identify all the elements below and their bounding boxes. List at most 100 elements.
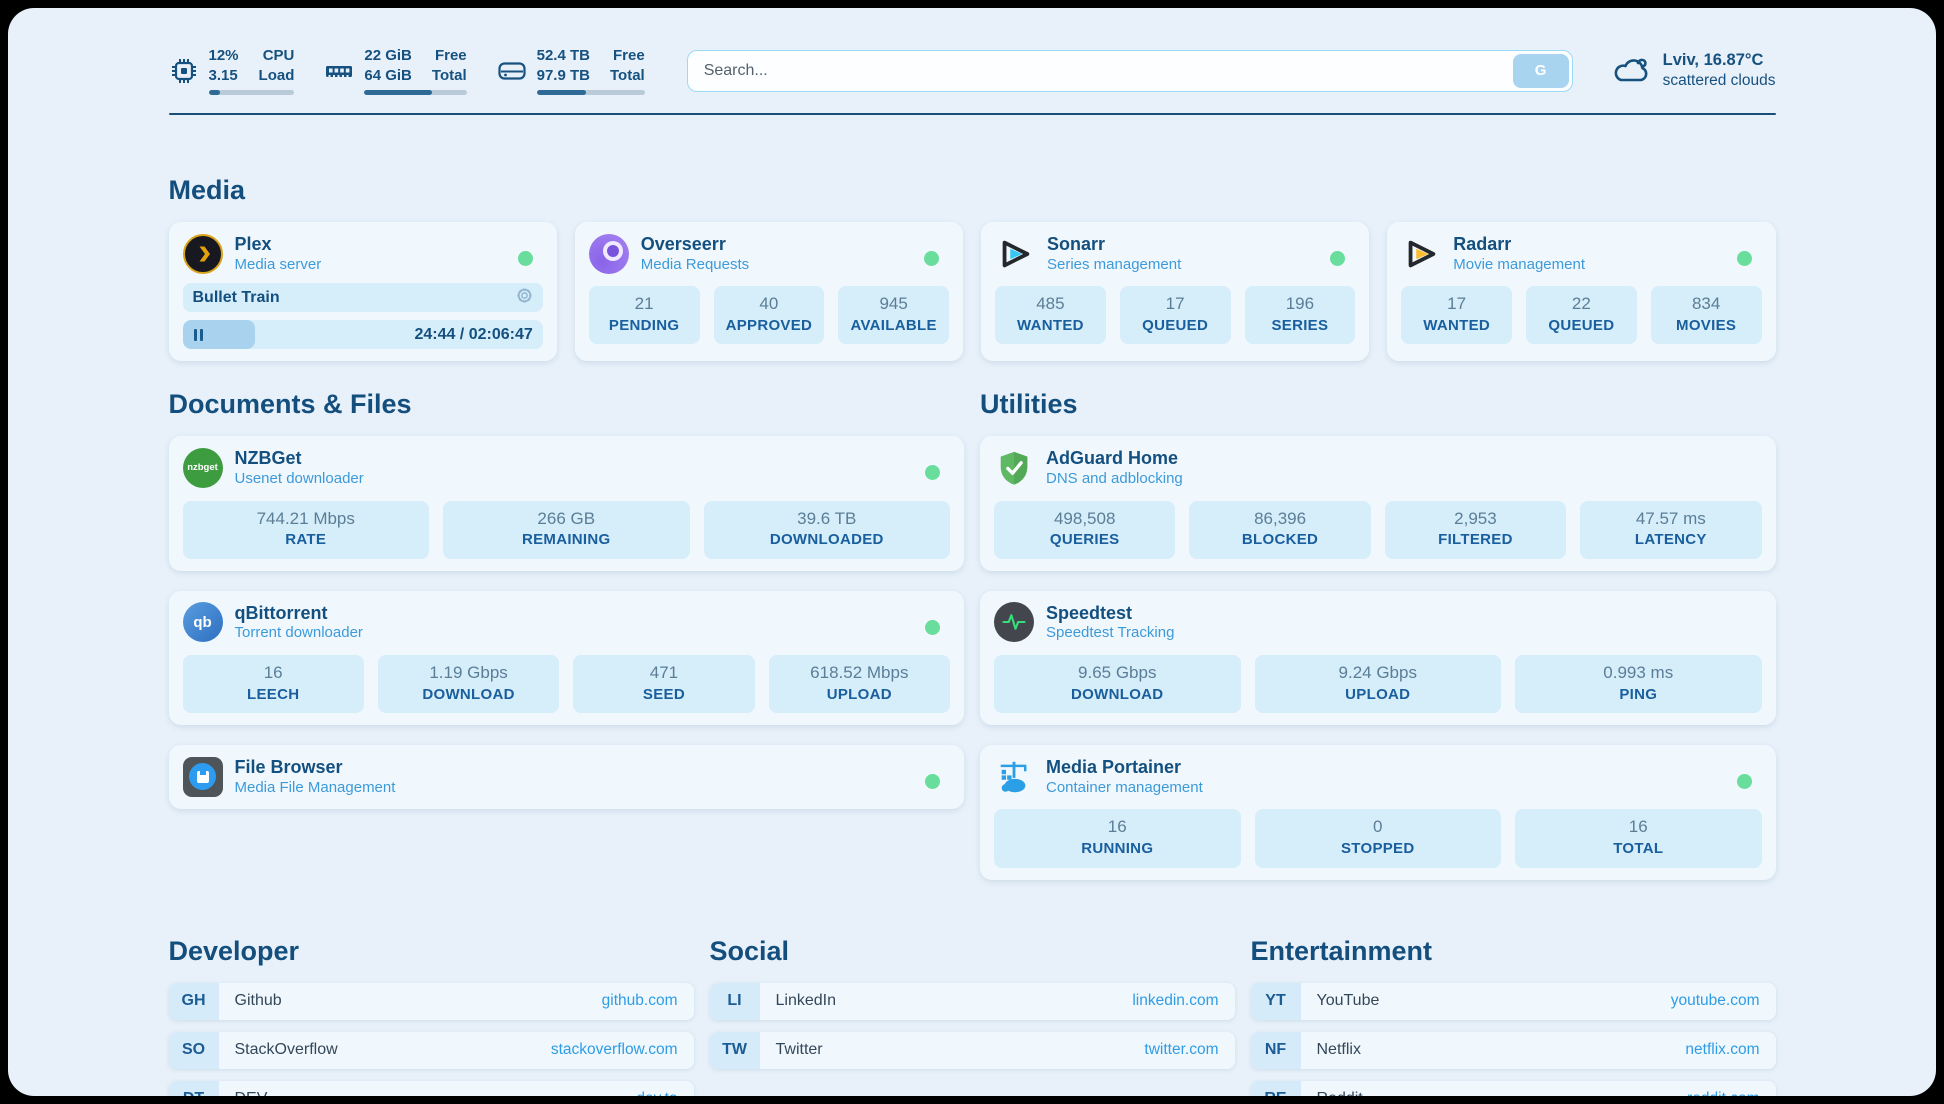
bookmark-name: Twitter xyxy=(776,1041,823,1059)
stat-tile: 17QUEUED xyxy=(1120,286,1231,344)
card-subtitle: DNS and adblocking xyxy=(1046,470,1183,489)
weather-widget[interactable]: Lviv, 16.87°C scattered clouds xyxy=(1611,50,1776,92)
bookmark-twitter[interactable]: TW Twitter twitter.com xyxy=(710,1032,1235,1069)
stat-tile: 16LEECH xyxy=(183,655,364,713)
bookmark-youtube[interactable]: YT YouTube youtube.com xyxy=(1251,983,1776,1020)
card-subtitle: Usenet downloader xyxy=(235,470,364,489)
now-playing-row: Bullet Train xyxy=(183,283,543,312)
card-subtitle: Media server xyxy=(235,256,322,275)
bookmark-dev[interactable]: DT DEV dev.to xyxy=(169,1081,694,1096)
card-filebrowser[interactable]: File Browser Media File Management xyxy=(169,745,965,809)
stat-tile: 945AVAILABLE xyxy=(838,286,949,344)
section-title-social: Social xyxy=(710,936,1235,967)
stat-tile: 22QUEUED xyxy=(1526,286,1637,344)
stat-tile: 86,396BLOCKED xyxy=(1189,501,1370,559)
filebrowser-icon xyxy=(183,757,223,797)
card-title: Radarr xyxy=(1453,233,1585,256)
card-plex[interactable]: Plex Media server Bullet Train xyxy=(169,222,557,361)
cpu-icon xyxy=(169,56,199,86)
card-subtitle: Container management xyxy=(1046,779,1203,798)
card-subtitle: Media File Management xyxy=(235,779,396,798)
bookmark-name: Netflix xyxy=(1317,1041,1361,1059)
section-title-media: Media xyxy=(169,175,1776,206)
disk-values: 52.4 TB 97.9 TB xyxy=(537,46,590,85)
card-qbittorrent[interactable]: qb qBittorrent Torrent downloader 16LEEC… xyxy=(169,591,965,725)
card-title: Plex xyxy=(235,233,322,256)
sonarr-icon xyxy=(995,234,1035,274)
overseerr-icon xyxy=(589,234,629,274)
stat-tile: 9.24 GbpsUPLOAD xyxy=(1255,655,1502,713)
cpu-stat: 12% 3.15 CPU Load xyxy=(169,46,295,95)
bookmark-group-developer: Developer GH Github github.com SO StackO… xyxy=(169,936,694,1096)
system-stats: 12% 3.15 CPU Load xyxy=(169,46,645,95)
card-title: Overseerr xyxy=(641,233,749,256)
bookmark-badge: TW xyxy=(710,1032,760,1069)
card-title: Sonarr xyxy=(1047,233,1181,256)
card-title: File Browser xyxy=(235,756,396,779)
disk-stat: 52.4 TB 97.9 TB Free Total xyxy=(497,46,645,95)
stat-tile: 39.6 TBDOWNLOADED xyxy=(704,501,951,559)
card-title: AdGuard Home xyxy=(1046,447,1183,470)
section-title-entertainment: Entertainment xyxy=(1251,936,1776,967)
status-dot xyxy=(518,251,533,266)
bookmark-netflix[interactable]: NF Netflix netflix.com xyxy=(1251,1032,1776,1069)
ram-stat: 22 GiB 64 GiB Free Total xyxy=(324,46,466,95)
bookmark-name: StackOverflow xyxy=(235,1041,338,1059)
status-dot xyxy=(925,620,940,635)
bookmark-url: twitter.com xyxy=(1144,1041,1234,1059)
stat-tile: 485WANTED xyxy=(995,286,1106,344)
card-title: NZBGet xyxy=(235,447,364,470)
stat-tile: 2,953FILTERED xyxy=(1385,501,1566,559)
bookmark-badge: YT xyxy=(1251,983,1301,1020)
status-dot xyxy=(924,251,939,266)
weather-condition: scattered clouds xyxy=(1663,71,1776,91)
disk-labels: Free Total xyxy=(610,46,645,85)
cpu-progress-bar xyxy=(209,90,295,95)
qbittorrent-icon: qb xyxy=(183,602,223,642)
bookmark-reddit[interactable]: RE Reddit reddit.com xyxy=(1251,1081,1776,1096)
card-adguard[interactable]: AdGuard Home DNS and adblocking 498,508Q… xyxy=(980,436,1776,570)
disk-progress-bar xyxy=(537,90,645,95)
bookmark-badge: NF xyxy=(1251,1032,1301,1069)
bookmark-url: dev.to xyxy=(636,1090,693,1096)
card-sonarr[interactable]: Sonarr Series management 485WANTED 17QUE… xyxy=(981,222,1369,361)
bookmark-badge: RE xyxy=(1251,1081,1301,1096)
card-title: Media Portainer xyxy=(1046,756,1203,779)
radarr-icon xyxy=(1401,234,1441,274)
ram-progress-bar xyxy=(364,90,466,95)
bookmark-stackoverflow[interactable]: SO StackOverflow stackoverflow.com xyxy=(169,1032,694,1069)
card-portainer[interactable]: Media Portainer Container management 16R… xyxy=(980,745,1776,879)
search-bar: G xyxy=(687,50,1573,92)
portainer-icon xyxy=(994,757,1034,797)
search-engine-button[interactable]: G xyxy=(1513,54,1569,88)
stat-tile: 744.21 MbpsRATE xyxy=(183,501,430,559)
stat-tile: 47.57 msLATENCY xyxy=(1580,501,1761,559)
card-subtitle: Media Requests xyxy=(641,256,749,275)
pause-icon xyxy=(194,329,203,341)
bookmark-name: YouTube xyxy=(1317,992,1380,1010)
section-title-developer: Developer xyxy=(169,936,694,967)
card-overseerr[interactable]: Overseerr Media Requests 21PENDING 40APP… xyxy=(575,222,963,361)
cloud-icon xyxy=(1611,53,1651,87)
bookmark-url: netflix.com xyxy=(1685,1041,1775,1059)
playback-time: 24:44 / 02:06:47 xyxy=(414,326,542,344)
search-input[interactable] xyxy=(688,62,1513,80)
card-speedtest[interactable]: Speedtest Speedtest Tracking 9.65 GbpsDO… xyxy=(980,591,1776,725)
stat-tile: 834MOVIES xyxy=(1651,286,1762,344)
bookmark-linkedin[interactable]: LI LinkedIn linkedin.com xyxy=(710,983,1235,1020)
card-nzbget[interactable]: nzbget NZBGet Usenet downloader 744.21 M… xyxy=(169,436,965,570)
ram-labels: Free Total xyxy=(432,46,467,85)
bookmark-url: stackoverflow.com xyxy=(551,1041,694,1059)
stat-tile: 498,508QUERIES xyxy=(994,501,1175,559)
ram-values: 22 GiB 64 GiB xyxy=(364,46,412,85)
bookmark-badge: GH xyxy=(169,983,219,1020)
bookmark-github[interactable]: GH Github github.com xyxy=(169,983,694,1020)
media-type-icon xyxy=(516,287,533,309)
nzbget-icon: nzbget xyxy=(183,448,223,488)
bookmark-name: Reddit xyxy=(1317,1090,1363,1096)
stat-tile: 21PENDING xyxy=(589,286,700,344)
card-radarr[interactable]: Radarr Movie management 17WANTED 22QUEUE… xyxy=(1387,222,1775,361)
stat-tile: 40APPROVED xyxy=(714,286,825,344)
stat-tile: 0STOPPED xyxy=(1255,809,1502,867)
now-playing-title: Bullet Train xyxy=(193,289,280,307)
